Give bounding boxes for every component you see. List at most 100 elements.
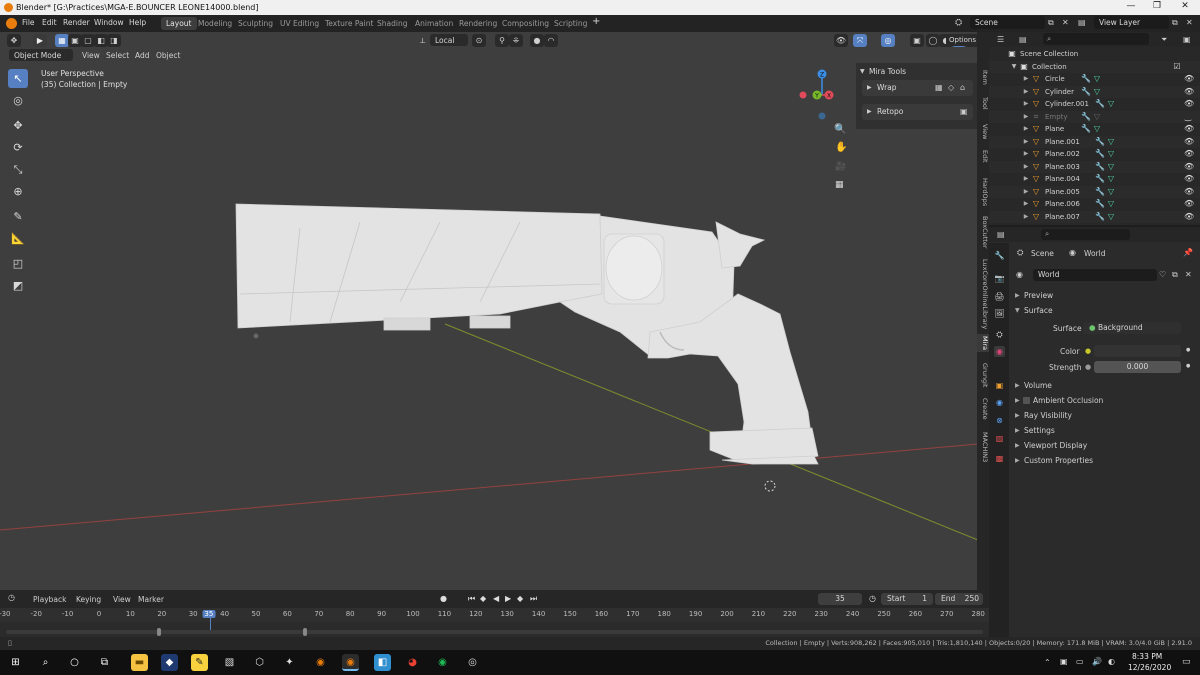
object-tab-icon[interactable]: ▣ [994, 380, 1005, 391]
world-breadcrumb[interactable]: World [1084, 249, 1106, 258]
retopo-row[interactable]: ▶ Retopo ▣ [862, 104, 973, 120]
taskbar-search-icon[interactable]: ⌕ [37, 654, 54, 671]
collection-checkbox-icon[interactable]: ☑ [1173, 62, 1181, 71]
select-mode-subtract-icon[interactable]: ▢ [81, 34, 95, 47]
spotify-icon[interactable]: ◉ [434, 654, 451, 671]
new-scene-icon[interactable]: ⧉ [1048, 18, 1054, 28]
transform-orientation-dropdown[interactable]: Local [430, 34, 468, 46]
tab-texture-paint[interactable]: Texture Paint [320, 17, 378, 30]
wrap-cylinder-icon[interactable]: ⌂ [960, 83, 965, 92]
select-mode-extend-icon[interactable]: ▣ [68, 34, 82, 47]
ambient-occlusion-checkbox[interactable] [1023, 397, 1030, 404]
tool-scale[interactable]: ⤡ [8, 160, 28, 179]
outliner-row-object[interactable]: ▶ ▽ Plane.002 🔧 ▽ 👁 [989, 148, 1200, 161]
sticky-notes-icon[interactable]: ✎ [191, 654, 208, 671]
outliner-row-object[interactable]: ▶ ▽ Plane.005 🔧 ▽ 👁 [989, 185, 1200, 198]
select-tool-icon[interactable]: ▶ [33, 34, 47, 47]
visibility-eye-icon[interactable]: 👁 [1184, 162, 1194, 171]
tab-compositing[interactable]: Compositing [497, 17, 554, 30]
tab-modeling[interactable]: Modeling [193, 17, 237, 30]
properties-editor-icon[interactable]: ▤ [997, 230, 1005, 239]
object-expand-icon[interactable]: ▶ [1022, 163, 1030, 171]
tool-cursor[interactable]: ◎ [8, 91, 28, 110]
modifier-wrench-icon[interactable]: 🔧 [1081, 87, 1091, 96]
menu-marker[interactable]: Marker [138, 595, 164, 604]
select-mode-new-icon[interactable]: ▦ [55, 34, 69, 47]
data-tab-icon[interactable]: ▨ [994, 433, 1005, 444]
play-reverse-icon[interactable]: ◀ [493, 594, 499, 603]
camera-view-icon[interactable]: 🎥 [835, 162, 846, 172]
select-mode-intersect-icon[interactable]: ◨ [107, 34, 121, 47]
visibility-eye-icon[interactable]: 👁 [1184, 150, 1194, 158]
tab-edit[interactable]: Edit [977, 150, 989, 163]
world-datablock-icon[interactable]: ◉ [1016, 270, 1023, 279]
maximize-button[interactable]: ❐ [1150, 1, 1164, 13]
object-expand-icon[interactable]: ▶ [1022, 150, 1030, 158]
world-tab-icon[interactable]: ◉ [994, 346, 1005, 357]
physics-tab-icon[interactable]: ◉ [994, 397, 1005, 408]
menu-timeline-view[interactable]: View [113, 595, 131, 604]
object-expand-icon[interactable]: ▶ [1022, 113, 1030, 121]
outliner-row-object[interactable]: ▶ ⌗ Empty 🔧 ▽ ‿ [989, 110, 1200, 123]
next-keyframe-icon[interactable]: ◆ [517, 594, 523, 603]
tab-animation[interactable]: Animation [410, 17, 458, 30]
unlink-world-icon[interactable]: ✕ [1185, 270, 1192, 279]
color-swatch[interactable] [1094, 345, 1181, 357]
scene-tab-icon[interactable]: ⛭ [994, 329, 1005, 340]
tray-icon-1[interactable]: ▣ [1060, 657, 1068, 666]
outliner-row-object[interactable]: ▶ ▽ Plane.004 🔧 ▽ 👁 [989, 173, 1200, 186]
delete-scene-icon[interactable]: ✕ [1062, 18, 1069, 27]
panel-expand-icon[interactable]: ▶ [1015, 412, 1020, 419]
panel-header[interactable]: Viewport Display [1024, 441, 1087, 450]
new-view-layer-icon[interactable]: ⧉ [1172, 18, 1178, 28]
mesh-data-icon[interactable]: ▽ [1107, 100, 1115, 108]
app-icon-1[interactable]: ◆ [161, 654, 178, 671]
constraints-tab-icon[interactable]: ⊗ [994, 415, 1005, 426]
filter-icon[interactable]: ⏷ [1161, 35, 1167, 45]
panel-header[interactable]: Volume [1024, 381, 1052, 390]
tray-chevron-icon[interactable]: ⌃ [1044, 658, 1051, 667]
preview-range-icon[interactable]: ◷ [869, 594, 876, 603]
ortho-grid-icon[interactable]: ▦ [835, 180, 844, 190]
jump-start-icon[interactable]: ⏮ [468, 594, 475, 604]
outliner-row-collection[interactable]: ▼ ▣ Collection ☑ [989, 60, 1200, 73]
modifier-wrench-icon[interactable]: 🔧 [1095, 212, 1105, 221]
object-expand-icon[interactable]: ▶ [1022, 188, 1030, 196]
app-icon-3[interactable]: ✦ [281, 654, 298, 671]
wrap-grid-icon[interactable]: ▦ [935, 83, 943, 92]
object-expand-icon[interactable]: ▶ [1022, 138, 1030, 146]
tool-rotate[interactable]: ⟳ [8, 138, 28, 157]
play-icon[interactable]: ▶ [505, 594, 511, 603]
collection-expand-icon[interactable]: ▼ [1010, 63, 1018, 71]
world-datablock-field[interactable]: World [1033, 269, 1157, 281]
options-dropdown[interactable]: Options [946, 34, 978, 46]
app-icon-4[interactable]: ◧ [374, 654, 391, 671]
tool-add-cube[interactable]: ◰ [8, 254, 28, 273]
strength-field[interactable]: 0.000 [1094, 361, 1181, 373]
tab-sculpting[interactable]: Sculpting [233, 17, 278, 30]
visibility-eye-icon[interactable]: 👁 [1184, 212, 1194, 221]
tab-rendering[interactable]: Rendering [454, 17, 502, 30]
visibility-eye-icon[interactable]: 👁 [1184, 100, 1194, 108]
view-layer-selector[interactable]: View Layer [1094, 16, 1169, 29]
menu-view[interactable]: View [82, 51, 100, 60]
outliner-row-object[interactable]: ▶ ▽ Cylinder 🔧 ▽ 👁 [989, 85, 1200, 98]
chrome-icon[interactable]: ◕ [404, 654, 421, 671]
display-mode-icon[interactable]: ▤ [1019, 35, 1027, 44]
clock-time[interactable]: 8:33 PM [1132, 652, 1162, 661]
pan-hand-icon[interactable]: ✋ [835, 142, 847, 153]
outliner-row-object[interactable]: ▶ ▽ Plane 🔧 ▽ 👁 [989, 123, 1200, 136]
panel-expand-icon[interactable]: ▶ [1015, 382, 1020, 389]
windows-start-icon[interactable]: ⊞ [7, 654, 24, 671]
menu-playback[interactable]: Playback [33, 595, 66, 604]
menu-file[interactable]: File [22, 18, 35, 27]
editor-type-icon[interactable]: ✥ [7, 34, 21, 47]
outliner-row-object[interactable]: ▶ ▽ Cylinder.001 🔧 ▽ 👁 [989, 98, 1200, 111]
outliner-row-object[interactable]: ▶ ▽ Circle 🔧 ▽ 👁 [989, 73, 1200, 86]
task-view-icon[interactable]: ⧉ [96, 654, 113, 671]
preview-panel-header[interactable]: Preview [1024, 291, 1053, 300]
tab-boxcutter[interactable]: BoxCutter [977, 216, 989, 249]
fake-user-icon[interactable]: ♡ [1159, 270, 1166, 279]
jump-end-icon[interactable]: ⏭ [530, 594, 537, 604]
minimize-button[interactable]: — [1124, 1, 1138, 13]
